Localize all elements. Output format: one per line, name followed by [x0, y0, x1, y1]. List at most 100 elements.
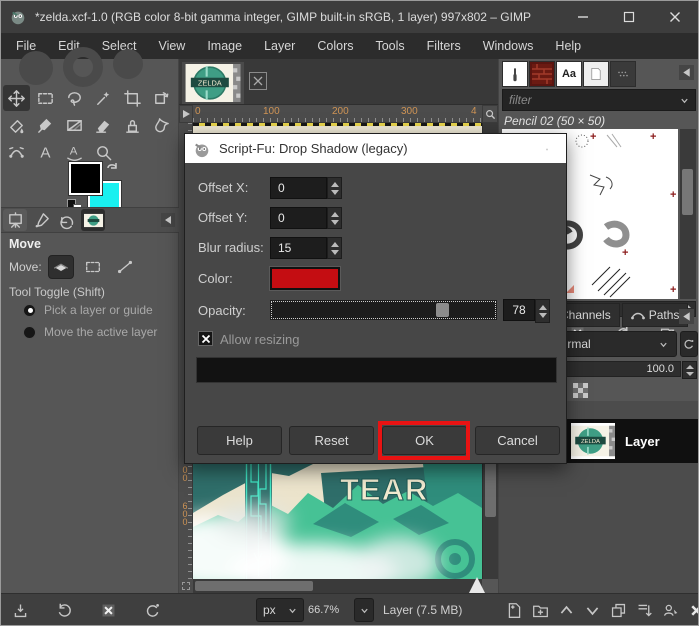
mode-options-dropdown[interactable] [680, 331, 698, 357]
blur-radius-input[interactable]: 15 [270, 237, 327, 259]
fuzzy-select-tool[interactable] [90, 85, 117, 111]
rect-select-icon [36, 89, 55, 108]
horizontal-ruler[interactable]: 0 100 200 300 4 [193, 105, 482, 123]
opacity-value-input[interactable]: 78 [503, 299, 535, 321]
menu-windows[interactable]: Windows [472, 33, 545, 59]
blur-radius-spinner[interactable] [327, 237, 342, 259]
navigation-preview-icon[interactable] [469, 577, 485, 593]
reset-button[interactable]: Reset [289, 426, 374, 455]
move-tool[interactable] [3, 85, 30, 111]
radio-pick-layer[interactable]: Pick a layer or guide [23, 303, 153, 317]
offset-x-spinner[interactable] [327, 177, 342, 199]
tool-options-title: Move [9, 237, 41, 251]
lower-layer-icon[interactable] [581, 599, 603, 621]
collapse-left-icon[interactable] [161, 213, 175, 227]
transform-tool[interactable] [148, 85, 175, 111]
unit-dropdown[interactable]: px [256, 598, 304, 622]
palettes-tab[interactable] [610, 61, 636, 87]
opacity-spinner[interactable] [535, 299, 550, 323]
gradient-tool[interactable] [61, 112, 88, 138]
clone-tool[interactable] [119, 112, 146, 138]
menu-view[interactable]: View [147, 33, 196, 59]
brush-grid-scrollbar-thumb[interactable] [682, 169, 693, 215]
dialog-titlebar[interactable]: Script-Fu: Drop Shadow (legacy) [185, 134, 566, 163]
maximize-button[interactable] [606, 1, 652, 33]
free-select-tool[interactable] [61, 85, 88, 111]
new-layer-group-icon[interactable] [529, 599, 551, 621]
zoom-level-value[interactable]: 66.7% [308, 598, 354, 622]
brush-filter-input[interactable]: filter [502, 89, 696, 111]
move-path-mode-button[interactable] [112, 255, 138, 279]
save-tool-preset-icon[interactable] [9, 599, 31, 621]
merge-layer-icon[interactable] [633, 599, 655, 621]
rect-select-tool[interactable] [32, 85, 59, 111]
horizontal-scrollbar-thumb[interactable] [195, 581, 313, 591]
menu-filters[interactable]: Filters [416, 33, 472, 59]
fuzzy-select-icon [94, 89, 113, 108]
new-layer-icon[interactable] [503, 599, 525, 621]
offset-y-input[interactable]: 0 [270, 207, 327, 229]
opacity-slider[interactable] [270, 300, 497, 320]
brush-status-icon [32, 211, 51, 230]
image-tab-close-icon[interactable] [249, 72, 267, 90]
reset-options-icon[interactable] [141, 599, 163, 621]
brush-grid-scrollbar[interactable] [680, 129, 696, 299]
document-history-tab[interactable] [583, 61, 609, 87]
duplicate-layer-icon[interactable] [607, 599, 629, 621]
foreground-color-swatch[interactable] [68, 161, 103, 196]
smudge-tool[interactable] [148, 112, 175, 138]
delete-options-icon[interactable] [97, 599, 119, 621]
menu-tools[interactable]: Tools [364, 33, 415, 59]
menu-colors[interactable]: Colors [306, 33, 364, 59]
close-button[interactable] [652, 1, 698, 33]
restore-options-icon[interactable] [53, 599, 75, 621]
minimize-button[interactable] [560, 1, 606, 33]
device-status-tab[interactable] [29, 209, 53, 231]
text-tool[interactable]: A [32, 139, 59, 165]
horizontal-scrollbar[interactable] [193, 579, 482, 593]
zoom-dropdown[interactable] [354, 598, 374, 622]
tool-options-tab[interactable] [3, 209, 27, 231]
image-tab[interactable] [81, 209, 105, 231]
help-button[interactable]: Help [197, 426, 282, 455]
shadow-color-button[interactable] [269, 266, 341, 291]
window-titlebar[interactable]: *zelda.xcf-1.0 (RGB color 8-bit gamma in… [1, 1, 698, 33]
undo-history-tab[interactable] [55, 209, 79, 231]
vertical-scrollbar-thumb[interactable] [485, 457, 496, 517]
delete-layer-icon[interactable] [685, 599, 698, 621]
swap-colors-icon[interactable] [105, 161, 121, 175]
allow-resizing-checkbox[interactable] [198, 331, 213, 346]
move-selection-mode-button[interactable] [80, 255, 106, 279]
offset-x-input[interactable]: 0 [270, 177, 327, 199]
raise-layer-icon[interactable] [555, 599, 577, 621]
lock-alpha-icon[interactable] [573, 383, 588, 398]
move-layer-mode-button[interactable] [47, 255, 74, 279]
menu-layer[interactable]: Layer [253, 33, 306, 59]
paths-tool[interactable] [3, 139, 30, 165]
brushes-tab[interactable] [502, 61, 528, 87]
radio-move-active-layer[interactable]: Move the active layer [23, 325, 157, 339]
patterns-tab[interactable] [529, 61, 555, 87]
svg-text:A: A [70, 145, 78, 157]
menu-image[interactable]: Image [196, 33, 253, 59]
ok-button[interactable]: OK [382, 426, 467, 455]
quick-mask-toggle[interactable] [179, 579, 193, 593]
cancel-button[interactable]: Cancel [475, 426, 560, 455]
opacity-slider-thumb[interactable] [435, 303, 449, 317]
ruler-menu-button[interactable] [179, 105, 193, 123]
add-mask-icon[interactable] [659, 599, 681, 621]
layer-opacity-spinner[interactable] [682, 361, 697, 379]
eraser-tool[interactable] [90, 112, 117, 138]
collapse-left-icon[interactable] [679, 309, 694, 324]
collapse-left-icon[interactable] [679, 65, 694, 80]
fonts-tab[interactable]: Aa [556, 61, 582, 87]
menu-help[interactable]: Help [544, 33, 592, 59]
offset-y-spinner[interactable] [327, 207, 342, 229]
dialog-title: Script-Fu: Drop Shadow (legacy) [219, 141, 408, 156]
bucket-fill-tool[interactable] [3, 112, 30, 138]
zoom-follow-window-icon[interactable] [482, 105, 498, 123]
image-tab-thumbnail[interactable]: ZELDA [182, 62, 244, 104]
dialog-close-icon[interactable] [538, 140, 556, 158]
ink-tool[interactable] [32, 112, 59, 138]
crop-tool[interactable] [119, 85, 146, 111]
